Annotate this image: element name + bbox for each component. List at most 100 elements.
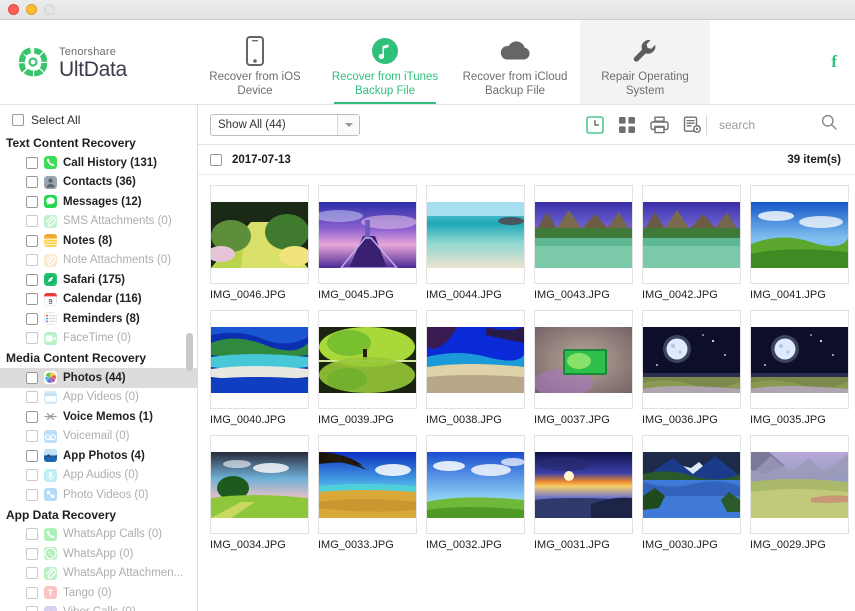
sidebar-item[interactable]: App Videos (0)	[0, 388, 197, 408]
sidebar-item-checkbox[interactable]	[26, 430, 38, 443]
photo-grid-cell[interactable]: IMG_0040.JPG	[210, 310, 309, 435]
photo-grid-cell[interactable]: IMG_0035.JPG	[750, 310, 849, 435]
photo-grid-cell[interactable]: IMG_0031.JPG	[534, 435, 633, 560]
photo-thumbnail[interactable]	[642, 435, 741, 534]
select-all-row[interactable]: Select All	[0, 105, 197, 133]
photo-thumbnail[interactable]	[426, 185, 525, 284]
sidebar-item-checkbox[interactable]	[26, 391, 38, 404]
sidebar-item-checkbox[interactable]	[26, 273, 38, 286]
sidebar-item-checkbox[interactable]	[26, 488, 38, 501]
sidebar-item-checkbox[interactable]	[26, 156, 38, 169]
sidebar-item[interactable]: WhatsApp (0)	[0, 544, 197, 564]
photo-thumbnail[interactable]	[426, 435, 525, 534]
photo-grid-cell[interactable]: IMG_0037.JPG	[534, 310, 633, 435]
close-window-button[interactable]	[8, 4, 19, 15]
photo-grid-cell[interactable]: IMG_0030.JPG	[642, 435, 741, 560]
sidebar-item-checkbox[interactable]	[26, 254, 38, 267]
search-input[interactable]	[719, 117, 815, 132]
sidebar-item-checkbox[interactable]	[26, 312, 38, 325]
sidebar-item[interactable]: Call History (131)	[0, 153, 197, 173]
photo-thumbnail[interactable]	[426, 310, 525, 409]
photo-grid-cell[interactable]: IMG_0045.JPG	[318, 185, 417, 310]
sidebar-item[interactable]: Note Attachments (0)	[0, 251, 197, 271]
photo-thumbnail[interactable]	[750, 435, 849, 534]
sidebar-item[interactable]: WhatsApp Calls (0)	[0, 525, 197, 545]
sidebar-item-checkbox[interactable]	[26, 371, 38, 384]
photo-grid-cell[interactable]: IMG_0044.JPG	[426, 185, 525, 310]
photo-thumbnail[interactable]	[210, 310, 309, 409]
sidebar-item[interactable]: T Tango (0)	[0, 583, 197, 603]
sidebar-scrollbar[interactable]	[186, 105, 195, 611]
filter-select[interactable]: Show All (44)	[210, 113, 360, 136]
date-group-checkbox[interactable]	[210, 153, 222, 166]
sidebar-item[interactable]: App Audios (0)	[0, 466, 197, 486]
sidebar-item[interactable]: Messages (12)	[0, 192, 197, 212]
facebook-icon[interactable]: f	[831, 52, 837, 72]
sidebar-item-checkbox[interactable]	[26, 449, 38, 462]
photo-thumbnail[interactable]	[318, 310, 417, 409]
photo-grid-cell[interactable]: IMG_0034.JPG	[210, 435, 309, 560]
print-icon[interactable]	[650, 116, 669, 134]
sidebar-item[interactable]: Viber Calls (0)	[0, 603, 197, 611]
sidebar-item-checkbox[interactable]	[26, 293, 38, 306]
photo-thumbnail[interactable]	[750, 310, 849, 409]
sidebar-item-checkbox[interactable]	[26, 176, 38, 189]
sidebar-item-checkbox[interactable]	[26, 606, 38, 611]
search-icon[interactable]	[821, 114, 837, 135]
photo-thumbnail[interactable]	[210, 185, 309, 284]
clock-history-icon[interactable]	[586, 115, 604, 134]
sidebar-item-checkbox[interactable]	[26, 469, 38, 482]
tab-recover-from-icloud-backup[interactable]: Recover from iCloud Backup File	[450, 20, 580, 104]
sidebar-item-checkbox[interactable]	[26, 215, 38, 228]
export-settings-icon[interactable]	[683, 116, 702, 134]
sidebar-scrollbar-thumb[interactable]	[186, 333, 193, 371]
sidebar-item-checkbox[interactable]	[26, 410, 38, 423]
sidebar-item-checkbox[interactable]	[26, 586, 38, 599]
minimize-window-button[interactable]	[26, 4, 37, 15]
photo-thumbnail[interactable]	[642, 185, 741, 284]
sidebar-item[interactable]: Photo Videos (0)	[0, 485, 197, 505]
photo-grid-cell[interactable]: IMG_0029.JPG	[750, 435, 849, 560]
photo-thumbnail[interactable]	[534, 185, 633, 284]
sidebar-item[interactable]: WhatsApp Attachmen...	[0, 564, 197, 584]
photo-grid-cell[interactable]: IMG_0036.JPG	[642, 310, 741, 435]
sidebar-item-checkbox[interactable]	[26, 567, 38, 580]
sidebar-item-checkbox[interactable]	[26, 234, 38, 247]
photo-grid-cell[interactable]: IMG_0043.JPG	[534, 185, 633, 310]
sidebar-item-checkbox[interactable]	[26, 528, 38, 541]
photo-grid-cell[interactable]: IMG_0046.JPG	[210, 185, 309, 310]
sidebar-item[interactable]: Voice Memos (1)	[0, 407, 197, 427]
chevron-down-icon[interactable]	[337, 114, 359, 135]
photo-grid-cell[interactable]: IMG_0039.JPG	[318, 310, 417, 435]
photo-thumbnail[interactable]	[318, 435, 417, 534]
tab-recover-from-ios-device[interactable]: Recover from iOS Device	[190, 20, 320, 104]
photo-thumbnail[interactable]	[318, 185, 417, 284]
sidebar-item[interactable]: Safari (175)	[0, 270, 197, 290]
photo-thumbnail[interactable]	[210, 435, 309, 534]
photo-thumbnail[interactable]	[750, 185, 849, 284]
sidebar-item[interactable]: Contacts (36)	[0, 173, 197, 193]
photo-grid-cell[interactable]: IMG_0038.JPG	[426, 310, 525, 435]
tab-repair-operating-system[interactable]: Repair Operating System	[580, 20, 710, 104]
select-all-checkbox[interactable]	[12, 114, 24, 126]
sidebar-item[interactable]: Reminders (8)	[0, 309, 197, 329]
photo-grid-cell[interactable]: IMG_0041.JPG	[750, 185, 849, 310]
sidebar-item[interactable]: FaceTime (0)	[0, 329, 197, 349]
zoom-window-button[interactable]	[44, 4, 55, 15]
sidebar-item-checkbox[interactable]	[26, 547, 38, 560]
tab-recover-from-itunes-backup[interactable]: Recover from iTunes Backup File	[320, 20, 450, 104]
sidebar-item[interactable]: SMS Attachments (0)	[0, 212, 197, 232]
sidebar-item[interactable]: Notes (8)	[0, 231, 197, 251]
photo-grid-cell[interactable]: IMG_0032.JPG	[426, 435, 525, 560]
sidebar-item-checkbox[interactable]	[26, 332, 38, 345]
photo-thumbnail[interactable]	[534, 435, 633, 534]
sidebar-item-checkbox[interactable]	[26, 195, 38, 208]
sidebar-item[interactable]: Voicemail (0)	[0, 427, 197, 447]
photo-grid-cell[interactable]: IMG_0033.JPG	[318, 435, 417, 560]
photo-thumbnail[interactable]	[642, 310, 741, 409]
sidebar-item[interactable]: Photos (44)	[0, 368, 197, 388]
photo-thumbnail[interactable]	[534, 310, 633, 409]
grid-view-icon[interactable]	[618, 116, 636, 134]
sidebar-item[interactable]: App Photos (4)	[0, 446, 197, 466]
sidebar-item[interactable]: 9 Calendar (116)	[0, 290, 197, 310]
